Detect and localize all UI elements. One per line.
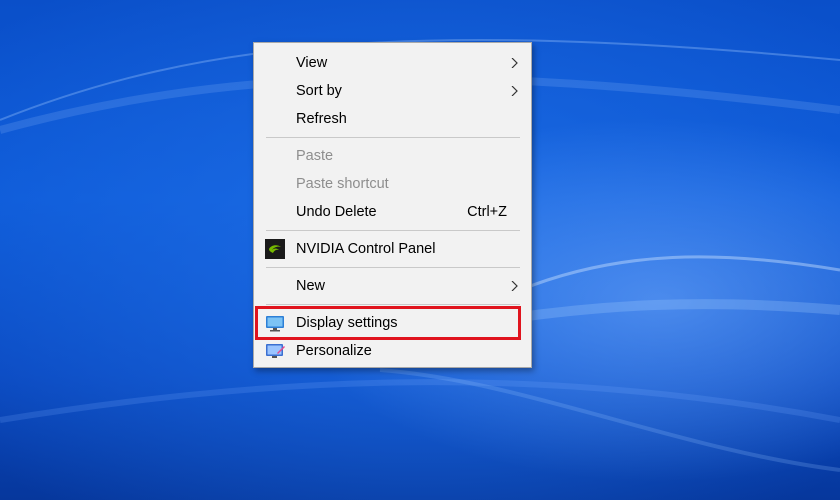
menu-item-sort-by[interactable]: Sort by — [254, 77, 531, 105]
menu-separator — [266, 230, 520, 231]
menu-separator — [266, 137, 520, 138]
menu-item-undo-delete[interactable]: Undo Delete Ctrl+Z — [254, 198, 531, 226]
menu-separator — [266, 267, 520, 268]
menu-item-label: Paste shortcut — [296, 176, 389, 192]
chevron-right-icon — [511, 86, 518, 96]
menu-item-label: Display settings — [296, 315, 398, 331]
menu-item-display-settings[interactable]: Display settings — [254, 309, 531, 337]
menu-item-paste: Paste — [254, 142, 531, 170]
chevron-right-icon — [511, 58, 518, 68]
menu-item-label: View — [296, 55, 328, 71]
menu-item-label: Sort by — [296, 83, 342, 99]
menu-item-new[interactable]: New — [254, 272, 531, 300]
menu-separator — [266, 304, 520, 305]
personalize-icon — [266, 344, 285, 358]
menu-item-view[interactable]: View — [254, 49, 531, 77]
menu-item-label: NVIDIA Control Panel — [296, 241, 436, 257]
nvidia-icon — [265, 239, 285, 259]
chevron-right-icon — [511, 281, 518, 291]
menu-item-label: Undo Delete — [296, 204, 377, 220]
menu-item-label: Refresh — [296, 111, 347, 127]
menu-item-label: New — [296, 278, 326, 294]
display-icon — [266, 316, 284, 332]
menu-item-nvidia-control-panel[interactable]: NVIDIA Control Panel — [254, 235, 531, 263]
menu-item-label: Paste — [296, 148, 334, 164]
menu-item-shortcut: Ctrl+Z — [467, 204, 507, 220]
menu-item-label: Personalize — [296, 343, 372, 359]
menu-item-refresh[interactable]: Refresh — [254, 105, 531, 133]
desktop-context-menu: View Sort by Refresh Paste Paste shortcu… — [253, 42, 532, 368]
menu-item-paste-shortcut: Paste shortcut — [254, 170, 531, 198]
menu-item-personalize[interactable]: Personalize — [254, 337, 531, 365]
